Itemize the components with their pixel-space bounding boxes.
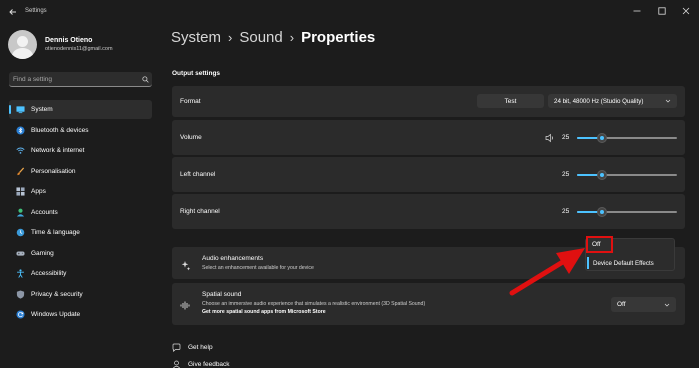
right-channel-row: Right channel 25 [172, 194, 685, 229]
audio-enhancements-description: Select an enhancement available for your… [202, 265, 314, 271]
slider-thumb[interactable] [597, 133, 607, 143]
monitor-icon [15, 105, 25, 115]
section-title-output: Output settings [172, 70, 221, 77]
sidebar-item-time-language[interactable]: Time & language [9, 223, 152, 242]
right-channel-label: Right channel [180, 208, 220, 215]
sidebar-nav: System Bluetooth & devices Network & int… [9, 100, 152, 326]
search-input[interactable]: Find a setting [9, 72, 152, 87]
slider-track [577, 170, 677, 180]
get-help-link[interactable]: Get help [172, 343, 213, 352]
slider-thumb[interactable] [597, 207, 607, 217]
sidebar-item-accessibility[interactable]: Accessibility [9, 264, 152, 283]
apps-icon [15, 187, 25, 197]
format-select-value: 24 bit, 48000 Hz (Studio Quality) [554, 97, 644, 105]
slider-track [577, 207, 677, 217]
avatar [8, 30, 37, 59]
profile-email: otienodennis11@gmail.com [45, 46, 113, 52]
maximize-icon [658, 7, 666, 15]
bluetooth-icon [15, 125, 25, 135]
slider-track [577, 133, 677, 143]
right-channel-slider[interactable]: 25 [544, 207, 677, 217]
window-title: Settings [25, 8, 47, 14]
give-feedback-label: Give feedback [188, 361, 230, 368]
volume-value: 25 [562, 134, 570, 141]
dropdown-option-off[interactable]: Off [586, 236, 613, 253]
back-arrow-icon[interactable] [8, 7, 18, 17]
sidebar-item-bluetooth[interactable]: Bluetooth & devices [9, 121, 152, 140]
format-label: Format [180, 98, 201, 105]
search-icon [138, 75, 152, 83]
spatial-sound-select[interactable]: Off [611, 297, 676, 312]
get-help-label: Get help [188, 344, 213, 351]
sidebar-item-accounts[interactable]: Accounts [9, 203, 152, 222]
sidebar-item-system[interactable]: System [9, 100, 152, 119]
breadcrumb-sound[interactable]: Sound [239, 29, 282, 46]
sidebar-item-gaming[interactable]: Gaming [9, 244, 152, 263]
globe-clock-icon [15, 228, 25, 238]
spatial-sound-value: Off [617, 301, 626, 308]
minimize-button[interactable] [627, 4, 647, 18]
update-icon [15, 310, 25, 320]
chevron-down-icon [664, 303, 670, 307]
give-feedback-link[interactable]: Give feedback [172, 360, 230, 368]
close-icon [682, 7, 690, 15]
maximize-button[interactable] [652, 4, 672, 18]
accessibility-icon [15, 269, 25, 279]
volume-label: Volume [180, 134, 202, 141]
close-button[interactable] [676, 4, 696, 18]
person-icon [15, 207, 25, 217]
page-title: Properties [301, 29, 376, 46]
feedback-icon [172, 360, 181, 368]
left-channel-value: 25 [562, 171, 570, 178]
audio-enhancements-title: Audio enhancements [202, 255, 264, 262]
gamepad-icon [15, 248, 25, 258]
breadcrumb-system[interactable]: System [171, 29, 221, 46]
breadcrumb-separator: › [228, 30, 233, 45]
sidebar-item-windows-update[interactable]: Windows Update [9, 305, 152, 324]
spatial-sound-row: Spatial sound Choose an immersive audio … [172, 283, 685, 325]
slider-thumb[interactable] [597, 170, 607, 180]
sidebar-item-apps[interactable]: Apps [9, 182, 152, 201]
breadcrumb: System › Sound › Properties [171, 29, 375, 46]
sidebar-item-network[interactable]: Network & internet [9, 141, 152, 160]
profile-name: Dennis Otieno [45, 37, 93, 44]
left-channel-label: Left channel [180, 171, 216, 178]
right-channel-value: 25 [562, 208, 570, 215]
volume-row: Volume 25 [172, 120, 685, 155]
format-select[interactable]: 24 bit, 48000 Hz (Studio Quality) [548, 94, 677, 108]
shield-icon [15, 289, 25, 299]
breadcrumb-separator: › [289, 30, 295, 45]
microsoft-store-link[interactable]: Get more spatial sound apps from Microso… [202, 309, 326, 315]
wifi-icon [15, 146, 25, 156]
brush-icon [15, 166, 25, 176]
format-row: Format Test 24 bit, 48000 Hz (Studio Qua… [172, 86, 685, 117]
sparkle-icon [180, 258, 191, 271]
title-bar: Settings [0, 0, 699, 26]
sidebar-item-privacy[interactable]: Privacy & security [9, 285, 152, 304]
search-placeholder: Find a setting [13, 75, 53, 83]
spatial-sound-description: Choose an immersive audio experience tha… [202, 301, 426, 307]
left-channel-row: Left channel 25 [172, 157, 685, 192]
speaker-icon[interactable] [545, 133, 555, 143]
help-icon [172, 343, 181, 352]
spatial-sound-title: Spatial sound [202, 291, 242, 298]
sound-wave-icon [180, 298, 191, 310]
chevron-down-icon [665, 99, 671, 103]
volume-slider[interactable]: 25 [544, 133, 677, 143]
test-button[interactable]: Test [477, 94, 544, 108]
sidebar-item-personalisation[interactable]: Personalisation [9, 162, 152, 181]
dropdown-option-device-default-effects[interactable]: Device Default Effects [587, 257, 654, 269]
minimize-icon [633, 10, 641, 12]
left-channel-slider[interactable]: 25 [544, 170, 677, 180]
user-profile[interactable]: Dennis Otieno otienodennis11@gmail.com [8, 30, 113, 59]
